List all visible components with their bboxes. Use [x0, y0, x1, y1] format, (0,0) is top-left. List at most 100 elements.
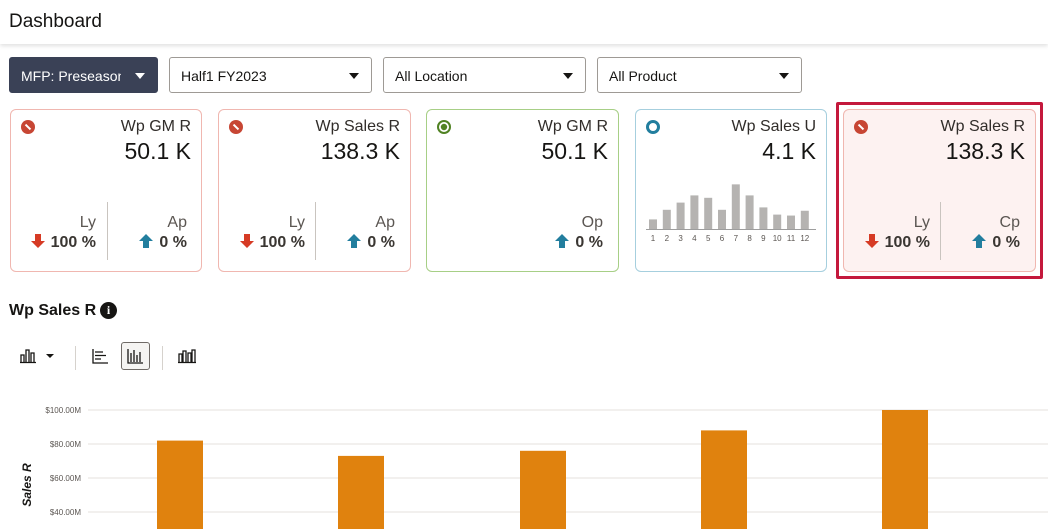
sparkline-label: 12	[800, 234, 809, 243]
y-tick-label: $100.00M	[45, 406, 81, 415]
arrow-up-icon	[139, 234, 154, 248]
tile-value: 50.1 K	[124, 138, 192, 164]
horizontal-bar-icon	[92, 349, 108, 364]
sparkline-bar	[690, 195, 699, 229]
sparkline-bar	[731, 184, 740, 229]
tile-value: 4.1 K	[762, 138, 816, 164]
y-tick-label: $40.00M	[50, 508, 81, 517]
chart-type-dropdown[interactable]	[16, 342, 58, 370]
sparkline-bar	[759, 207, 768, 229]
sparkline-bar	[745, 195, 754, 229]
tile-name: Wp Sales R	[315, 118, 400, 135]
chart-bar[interactable]	[338, 455, 384, 529]
comparison-ly: Ly 100 %	[30, 214, 96, 252]
tile-value: 138.3 K	[320, 138, 400, 164]
comparison-pct: 100 %	[50, 234, 96, 251]
sparkline-label: 1	[651, 234, 656, 243]
sparkline-bar	[649, 219, 657, 229]
sparkline-label: 8	[747, 234, 752, 243]
chart-bar[interactable]	[520, 450, 566, 529]
selected-tile-outline	[836, 102, 1043, 279]
arrow-up-icon	[347, 234, 362, 248]
product-select-value: All Product	[609, 68, 677, 84]
toolbar-separator	[162, 346, 163, 370]
sparkline-label: 9	[761, 234, 766, 243]
toolbar-separator	[75, 346, 76, 370]
tile-wp-gm-r[interactable]: Wp GM R 50.1 K Ly 100 % Ap 0 %	[10, 109, 202, 272]
comparison-pct: 0 %	[575, 234, 603, 251]
tile-value: 50.1 K	[541, 138, 609, 164]
sparkline-label: 11	[787, 234, 796, 243]
bar-chart-dropdown-icon	[20, 349, 54, 364]
chart-bar[interactable]	[701, 430, 747, 529]
comparison-ap: Ap 0 %	[347, 214, 395, 252]
vertical-bar-button[interactable]	[121, 342, 150, 370]
no-entry-icon	[21, 120, 35, 134]
chevron-down-icon	[563, 73, 573, 79]
arrow-up-icon	[555, 234, 570, 248]
chevron-down-icon	[135, 73, 145, 79]
grouped-bar-button[interactable]	[174, 342, 200, 370]
grouped-bar-icon	[178, 349, 196, 364]
sparkline-bar	[773, 214, 782, 229]
no-entry-icon	[229, 120, 243, 134]
period-select[interactable]: Half1 FY2023	[169, 57, 372, 93]
sparkline-chart: 1 2 3 4 5 6 7 8 9 10 11 12	[646, 184, 816, 243]
period-select-value: Half1 FY2023	[181, 68, 267, 84]
tile-name: Wp GM R	[537, 118, 608, 135]
sparkline-label: 3	[678, 234, 683, 243]
comparison-label: Ap	[167, 214, 187, 231]
comparison-ap: Ap 0 %	[139, 214, 187, 252]
horizontal-bar-button[interactable]	[88, 342, 114, 370]
arrow-down-icon	[239, 234, 254, 248]
ring-icon	[646, 120, 660, 134]
y-tick-label: $60.00M	[50, 474, 81, 483]
divider	[107, 202, 108, 260]
bar-chart: $100.00M $80.00M $60.00M $40.00M Sales R	[20, 406, 1048, 529]
product-select[interactable]: All Product	[597, 57, 802, 93]
arrow-down-icon	[30, 234, 45, 248]
sparkline-bar	[800, 210, 809, 229]
chevron-down-icon	[349, 73, 359, 79]
chevron-down-icon	[779, 73, 789, 79]
comparison-label: Ly	[79, 214, 96, 231]
target-icon	[437, 120, 451, 134]
tile-name: Wp Sales U	[731, 118, 816, 135]
page-title: Dashboard	[9, 11, 102, 32]
comparison-op: Op 0 %	[555, 214, 603, 252]
tile-wp-sales-r[interactable]: Wp Sales R 138.3 K Ly 100 % Ap 0 %	[218, 109, 411, 272]
sparkline-bar	[718, 209, 726, 229]
info-icon[interactable]: i	[100, 302, 117, 319]
comparison-pct: 0 %	[159, 234, 187, 251]
chart-bar[interactable]	[157, 440, 203, 529]
sparkline-label: 2	[665, 234, 670, 243]
vertical-bar-icon	[127, 349, 143, 364]
sparkline-bar	[787, 215, 795, 229]
sparkline-bar	[662, 209, 671, 229]
comparison-pct: 0 %	[367, 234, 395, 251]
location-select[interactable]: All Location	[383, 57, 586, 93]
comparison-ly: Ly 100 %	[239, 214, 305, 252]
tile-wp-gm-r-op[interactable]: Wp GM R 50.1 K Op 0 %	[426, 109, 619, 272]
y-tick-label: $80.00M	[50, 440, 81, 449]
comparison-pct: 100 %	[259, 234, 305, 251]
tile-name: Wp GM R	[120, 118, 191, 135]
sparkline-label: 7	[734, 234, 739, 243]
section-title: Wp Sales R	[9, 302, 97, 319]
sparkline-bar	[704, 197, 713, 229]
app-header: Dashboard	[0, 0, 1048, 44]
tile-wp-sales-u[interactable]: Wp Sales U 4.1 K 1 2 3 4 5 6 7 8 9 10 11 12	[635, 109, 827, 272]
comparison-label: Op	[581, 214, 603, 231]
location-select-value: All Location	[395, 68, 468, 84]
comparison-label: Ly	[288, 214, 305, 231]
y-axis-label: Sales R	[20, 463, 34, 507]
divider	[315, 202, 316, 260]
sparkline-label: 10	[773, 234, 782, 243]
sparkline-label: 6	[720, 234, 725, 243]
plan-select[interactable]: MFP: Preseason	[9, 57, 158, 93]
sparkline-label: 5	[706, 234, 711, 243]
sparkline-label: 4	[692, 234, 697, 243]
chart-bar[interactable]	[882, 410, 928, 529]
plan-select-value: MFP: Preseason	[21, 68, 121, 84]
comparison-label: Ap	[375, 214, 395, 231]
